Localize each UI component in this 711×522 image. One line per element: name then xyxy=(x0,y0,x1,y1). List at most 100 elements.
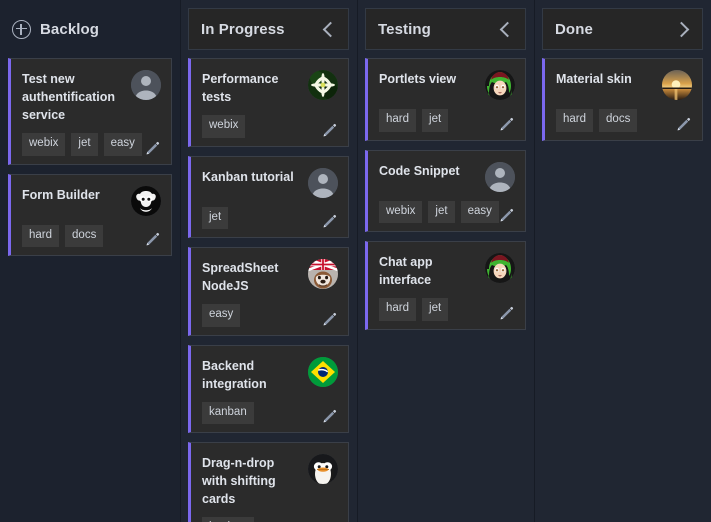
pencil-icon[interactable] xyxy=(499,207,515,223)
green-hair-anime-avatar[interactable] xyxy=(485,70,515,100)
tag-jet[interactable]: jet xyxy=(202,206,229,229)
sunset-photo-avatar[interactable] xyxy=(662,70,692,100)
pencil-icon[interactable] xyxy=(145,140,161,156)
card-bottom: webix jet easy xyxy=(22,133,161,156)
pencil-icon[interactable] xyxy=(322,311,338,327)
tag-webix[interactable]: webix xyxy=(22,133,66,156)
card-top: Performance tests xyxy=(202,70,338,106)
card-title: Material skin xyxy=(556,72,632,86)
tag-jet[interactable]: jet xyxy=(71,133,98,156)
card-title: Portlets view xyxy=(379,72,457,86)
card-tags: hard docs xyxy=(556,109,668,132)
white-flower-avatar[interactable] xyxy=(308,70,338,100)
card-title: Drag-n-drop with shifting cards xyxy=(202,456,276,506)
kanban-card[interactable]: Test new authentification service webix je… xyxy=(8,58,172,165)
card-top: Code Snippet xyxy=(379,161,515,192)
column-title: Testing xyxy=(378,20,431,38)
card-tags: webix xyxy=(202,115,314,138)
green-hair-anime-avatar[interactable] xyxy=(485,253,515,283)
card-top: Drag-n-drop with shifting cards xyxy=(202,454,338,508)
chevron-left-icon[interactable] xyxy=(499,22,513,36)
kanban-card[interactable]: SpreadSheet NodeJS easy xyxy=(188,247,349,336)
pencil-icon[interactable] xyxy=(322,213,338,229)
brazil-flag-avatar[interactable] xyxy=(308,356,338,387)
gimp-wilber-avatar[interactable] xyxy=(131,185,161,216)
tag-hard[interactable]: hard xyxy=(379,298,417,321)
card-title: Chat app interface xyxy=(379,255,433,287)
card-bottom: easy xyxy=(202,304,338,327)
card-top: Test new authentification service xyxy=(22,70,161,124)
card-list-backlog: Test new authentification service webix je… xyxy=(8,58,172,522)
card-tags: easy xyxy=(202,304,314,327)
bulldog-union-jack-avatar[interactable] xyxy=(308,259,338,289)
tag-hard[interactable]: hard xyxy=(22,224,60,247)
card-title: Backend integration xyxy=(202,358,267,391)
card-title: Form Builder xyxy=(22,187,100,202)
card-title: Test new authentification service xyxy=(22,72,116,122)
tag-easy[interactable]: easy xyxy=(460,200,499,223)
kanban-card[interactable]: Material skin hard docs xyxy=(542,58,703,141)
column-inprogress: In Progress Performance tests webix Kanban … xyxy=(180,0,357,522)
column-title: In Progress xyxy=(201,20,285,38)
card-bottom: hard jet xyxy=(379,109,515,132)
kanban-card[interactable]: Performance tests webix xyxy=(188,58,349,147)
column-divider xyxy=(180,0,181,522)
tag-jet[interactable]: jet xyxy=(428,200,455,223)
column-backlog: Backlog Test new authentification service… xyxy=(0,0,180,522)
card-tags: webix jet easy xyxy=(379,200,499,223)
kanban-card[interactable]: Code Snippet webix jet easy xyxy=(365,149,526,232)
person-placeholder-icon[interactable] xyxy=(131,70,161,100)
card-tags: jet xyxy=(202,206,314,229)
card-tags: hard docs xyxy=(22,224,137,247)
kanban-card[interactable]: Backend integration kanban xyxy=(188,344,349,433)
tag-easy[interactable]: easy xyxy=(103,133,142,156)
card-bottom: jet xyxy=(202,206,338,229)
tag-hard[interactable]: hard xyxy=(379,109,417,132)
card-title: Kanban tutorial xyxy=(202,169,294,184)
chevron-left-icon[interactable] xyxy=(322,22,336,36)
kanban-card[interactable]: Portlets view hard jet xyxy=(365,58,526,141)
column-title: Backlog xyxy=(40,20,100,38)
card-tags: hard jet xyxy=(379,298,491,321)
column-header-inprogress: In Progress xyxy=(188,8,349,50)
column-header-backlog: Backlog xyxy=(8,8,172,50)
kanban-card[interactable]: Form Builder hard docs xyxy=(8,173,172,256)
pencil-icon[interactable] xyxy=(676,116,692,132)
card-top: Material skin xyxy=(556,70,692,100)
tag-kanban[interactable]: kanban xyxy=(202,401,254,424)
tag-jet[interactable]: jet xyxy=(422,298,449,321)
tag-hard[interactable]: hard xyxy=(556,109,594,132)
pencil-icon[interactable] xyxy=(499,116,515,132)
plus-circle-icon[interactable] xyxy=(12,19,31,39)
card-top: Backend integration xyxy=(202,356,338,393)
card-top: Kanban tutorial xyxy=(202,167,338,198)
pencil-icon[interactable] xyxy=(322,122,338,138)
tag-docs[interactable]: docs xyxy=(65,224,104,247)
column-divider xyxy=(357,0,358,522)
pencil-icon[interactable] xyxy=(145,231,161,247)
kanban-card[interactable]: Drag-n-drop with shifting cards kanban xyxy=(188,442,349,522)
card-bottom: kanban xyxy=(202,401,338,424)
tag-webix[interactable]: webix xyxy=(202,115,246,138)
card-bottom: hard docs xyxy=(556,109,692,132)
column-header-testing: Testing xyxy=(365,8,526,50)
chevron-right-icon[interactable] xyxy=(676,22,690,36)
person-placeholder-icon[interactable] xyxy=(485,161,515,192)
card-tags: kanban xyxy=(202,517,314,522)
pencil-icon[interactable] xyxy=(322,408,338,424)
person-placeholder-icon[interactable] xyxy=(308,167,338,198)
card-bottom: kanban xyxy=(202,517,338,522)
card-bottom: hard jet xyxy=(379,298,515,321)
kanban-card[interactable]: Kanban tutorial jet xyxy=(188,155,349,238)
tag-jet[interactable]: jet xyxy=(422,109,449,132)
pencil-icon[interactable] xyxy=(499,305,515,321)
penguin-avatar[interactable] xyxy=(308,454,338,484)
tag-webix[interactable]: webix xyxy=(379,200,423,223)
card-bottom: webix xyxy=(202,115,338,138)
tag-kanban[interactable]: kanban xyxy=(202,517,254,522)
kanban-card[interactable]: Chat app interface hard jet xyxy=(365,241,526,330)
card-top: SpreadSheet NodeJS xyxy=(202,259,338,295)
column-title: Done xyxy=(555,20,593,38)
tag-easy[interactable]: easy xyxy=(202,304,241,327)
tag-docs[interactable]: docs xyxy=(599,109,638,132)
